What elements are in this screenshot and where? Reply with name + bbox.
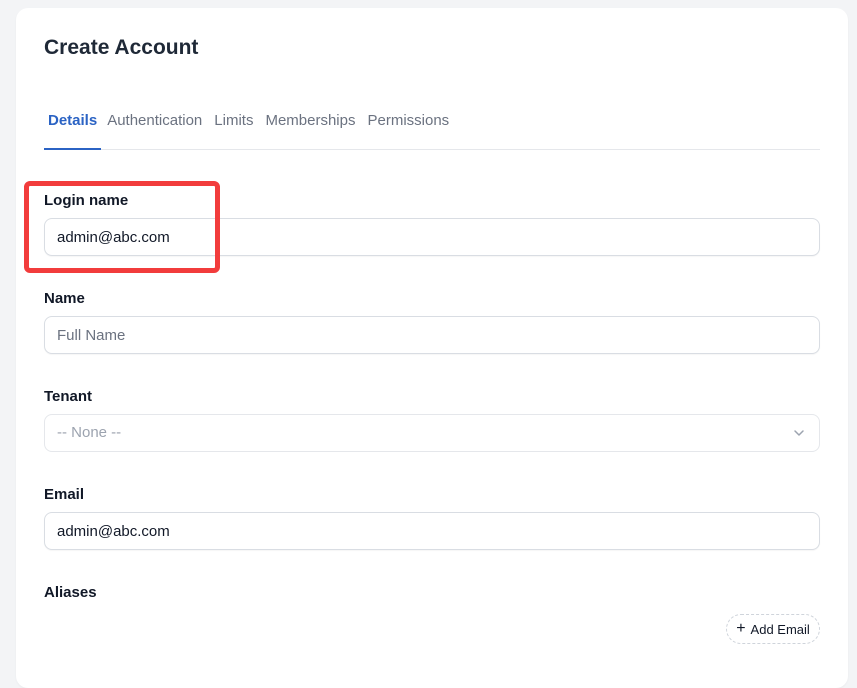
tab-details[interactable]: Details <box>44 108 102 150</box>
email-field <box>44 512 820 550</box>
name-label: Name <box>44 290 85 307</box>
login-name-field <box>44 218 820 256</box>
email-input[interactable] <box>45 513 819 549</box>
tab-limits[interactable]: Limits <box>208 108 259 149</box>
page-title: Create Account <box>44 36 199 59</box>
aliases-label: Aliases <box>44 584 97 601</box>
chevron-down-icon <box>794 430 804 436</box>
tenant-selected-value: -- None -- <box>57 424 122 441</box>
plus-icon: + <box>736 620 746 637</box>
tab-bar: Details Authentication Limits Membership… <box>44 108 820 150</box>
tenant-select[interactable]: -- None -- <box>44 414 820 452</box>
name-input[interactable] <box>45 317 819 353</box>
tab-permissions[interactable]: Permissions <box>361 108 455 149</box>
add-email-label: Add Email <box>750 621 810 637</box>
tab-memberships[interactable]: Memberships <box>259 108 361 149</box>
email-label: Email <box>44 486 85 503</box>
login-name-input[interactable] <box>45 219 819 255</box>
name-field <box>44 316 820 354</box>
tab-authentication[interactable]: Authentication <box>101 108 208 149</box>
add-email-button[interactable]: + Add Email <box>726 614 820 644</box>
tenant-label: Tenant <box>44 388 93 405</box>
login-name-label: Login name <box>44 192 129 209</box>
